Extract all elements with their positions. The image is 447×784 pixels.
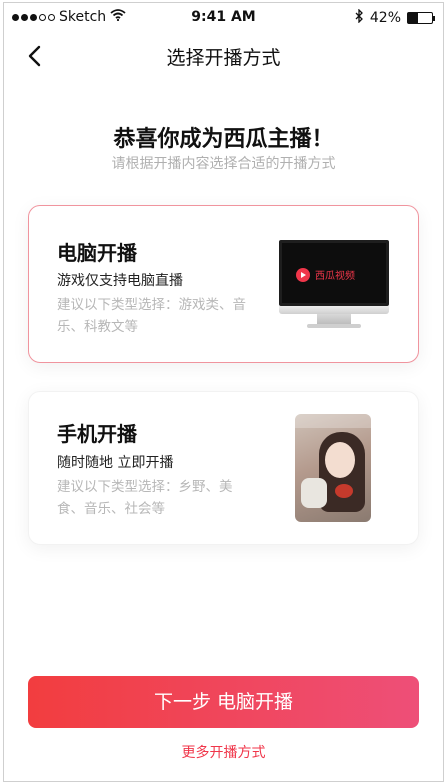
battery-group: 42% [355,8,435,27]
phone-livestream-image [295,414,371,522]
option-card-phone[interactable]: 手机开播 随时随地 立即开播 建议以下类型选择：乡野、美食、音乐、社会等 [28,391,419,545]
congrats-headline: 恭喜你成为西瓜主播！ [113,127,334,152]
option-hint: 建议以下类型选择：游戏类、音乐、科教文等 [57,297,246,335]
battery-icon [407,12,435,24]
option-hint: 建议以下类型选择：乡野、美食、音乐、社会等 [57,479,233,517]
battery-fill [408,13,419,23]
play-icon [296,267,310,282]
more-methods-link[interactable]: 更多开播方式 [4,742,443,762]
option-title: 手机开播 [57,422,137,446]
battery-percent: 42% [369,10,401,26]
monitor-illustration: 西瓜视频 [279,240,389,332]
logo-text: 西瓜视频 [315,271,355,282]
page-title: 选择开播方式 [166,47,281,69]
next-step-button[interactable]: 下一步 电脑开播 [28,676,419,728]
status-bar: Sketch 9:41 AM 42% [4,3,443,31]
xigua-logo: 西瓜视频 [296,267,355,282]
app-frame: Sketch 9:41 AM 42% 选择开播方式 恭喜你成为西瓜主播！ 请根据… [3,2,444,782]
option-card-pc[interactable]: 电脑开播 游戏仅支持电脑直播 建议以下类型选择：游戏类、音乐、科教文等 西瓜视频 [28,205,419,363]
option-description: 游戏仅支持电脑直播 [57,273,183,289]
option-title: 电脑开播 [57,241,137,265]
instruction-subtitle: 请根据开播内容选择合适的开播方式 [111,156,336,172]
bluetooth-icon [355,8,364,27]
monitor-screen: 西瓜视频 [279,240,389,306]
navigation-bar: 选择开播方式 [4,31,443,79]
option-description: 随时随地 立即开播 [57,455,174,471]
